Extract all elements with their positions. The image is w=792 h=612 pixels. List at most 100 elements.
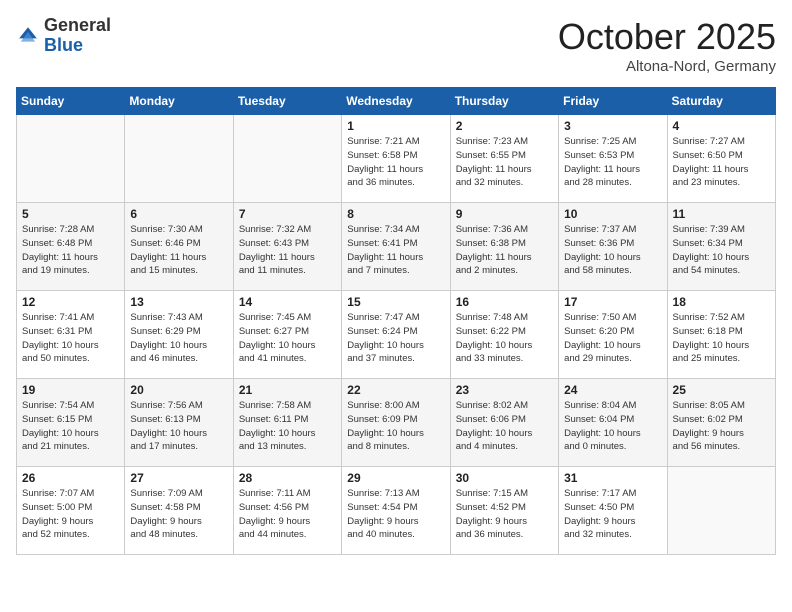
weekday-header-row: SundayMondayTuesdayWednesdayThursdayFrid…: [17, 88, 776, 115]
day-detail: Sunrise: 8:05 AM Sunset: 6:02 PM Dayligh…: [673, 399, 770, 454]
calendar-cell: [17, 115, 125, 203]
calendar-cell: 28Sunrise: 7:11 AM Sunset: 4:56 PM Dayli…: [233, 467, 341, 555]
calendar-cell: 22 Sunrise: 8:00 AM Sunset: 6:09 PM Dayli…: [342, 379, 450, 467]
calendar-week-row: 5Sunrise: 7:28 AM Sunset: 6:48 PM Daylig…: [17, 203, 776, 291]
calendar-cell: 10Sunrise: 7:37 AM Sunset: 6:36 PM Dayli…: [559, 203, 667, 291]
calendar-cell: 26 Sunrise: 7:07 AM Sunset: 5:00 PM Dayli…: [17, 467, 125, 555]
day-detail: Sunrise: 7:37 AM Sunset: 6:36 PM Dayligh…: [564, 223, 661, 278]
day-number: 19: [22, 383, 119, 397]
calendar-cell: 31Sunrise: 7:17 AM Sunset: 4:50 PM Dayli…: [559, 467, 667, 555]
day-number: 1: [347, 119, 444, 133]
day-detail: Sunrise: 7:13 AM Sunset: 4:54 PM Dayligh…: [347, 487, 444, 542]
calendar-cell: 30 Sunrise: 7:15 AM Sunset: 4:52 PM Dayli…: [450, 467, 558, 555]
day-number: 31: [564, 471, 661, 485]
day-number: 8: [347, 207, 444, 221]
day-number: 16: [456, 295, 553, 309]
day-number: 7: [239, 207, 336, 221]
calendar-cell: [125, 115, 233, 203]
calendar-cell: 2 Sunrise: 7:23 AM Sunset: 6:55 PM Daylig…: [450, 115, 558, 203]
logo-text: General Blue: [44, 16, 111, 56]
calendar-cell: 11Sunrise: 7:39 AM Sunset: 6:34 PM Dayli…: [667, 203, 775, 291]
day-number: 4: [673, 119, 770, 133]
logo: General Blue: [16, 16, 111, 56]
day-detail: Sunrise: 7:45 AM Sunset: 6:27 PM Dayligh…: [239, 311, 336, 366]
logo-general: General: [44, 15, 111, 35]
day-number: 13: [130, 295, 227, 309]
day-number: 30: [456, 471, 553, 485]
calendar-cell: [233, 115, 341, 203]
calendar-cell: 21Sunrise: 7:58 AM Sunset: 6:11 PM Dayli…: [233, 379, 341, 467]
day-detail: Sunrise: 7:27 AM Sunset: 6:50 PM Dayligh…: [673, 135, 770, 190]
day-number: 3: [564, 119, 661, 133]
day-detail: Sunrise: 7:39 AM Sunset: 6:34 PM Dayligh…: [673, 223, 770, 278]
day-number: 25: [673, 383, 770, 397]
day-number: 21: [239, 383, 336, 397]
day-detail: Sunrise: 7:15 AM Sunset: 4:52 PM Dayligh…: [456, 487, 553, 542]
day-number: 22: [347, 383, 444, 397]
calendar-week-row: 12Sunrise: 7:41 AM Sunset: 6:31 PM Dayli…: [17, 291, 776, 379]
calendar-cell: 17 Sunrise: 7:50 AM Sunset: 6:20 PM Dayli…: [559, 291, 667, 379]
logo-blue: Blue: [44, 35, 83, 55]
day-detail: Sunrise: 7:41 AM Sunset: 6:31 PM Dayligh…: [22, 311, 119, 366]
day-detail: Sunrise: 7:32 AM Sunset: 6:43 PM Dayligh…: [239, 223, 336, 278]
logo-icon: [16, 24, 40, 48]
day-number: 9: [456, 207, 553, 221]
day-detail: Sunrise: 8:04 AM Sunset: 6:04 PM Dayligh…: [564, 399, 661, 454]
weekday-header: Saturday: [667, 88, 775, 115]
location: Altona-Nord, Germany: [558, 58, 776, 75]
calendar-cell: 8 Sunrise: 7:34 AM Sunset: 6:41 PM Daylig…: [342, 203, 450, 291]
day-number: 14: [239, 295, 336, 309]
calendar-cell: 20Sunrise: 7:56 AM Sunset: 6:13 PM Dayli…: [125, 379, 233, 467]
calendar-cell: 24 Sunrise: 8:04 AM Sunset: 6:04 PM Dayli…: [559, 379, 667, 467]
calendar-cell: 19 Sunrise: 7:54 AM Sunset: 6:15 PM Dayli…: [17, 379, 125, 467]
weekday-header: Tuesday: [233, 88, 341, 115]
day-detail: Sunrise: 7:43 AM Sunset: 6:29 PM Dayligh…: [130, 311, 227, 366]
day-detail: Sunrise: 7:21 AM Sunset: 6:58 PM Dayligh…: [347, 135, 444, 190]
day-number: 5: [22, 207, 119, 221]
day-detail: Sunrise: 8:00 AM Sunset: 6:09 PM Dayligh…: [347, 399, 444, 454]
day-detail: Sunrise: 7:34 AM Sunset: 6:41 PM Dayligh…: [347, 223, 444, 278]
day-number: 28: [239, 471, 336, 485]
calendar-cell: 4 Sunrise: 7:27 AM Sunset: 6:50 PM Daylig…: [667, 115, 775, 203]
day-detail: Sunrise: 7:54 AM Sunset: 6:15 PM Dayligh…: [22, 399, 119, 454]
day-number: 18: [673, 295, 770, 309]
day-detail: Sunrise: 7:50 AM Sunset: 6:20 PM Dayligh…: [564, 311, 661, 366]
weekday-header: Monday: [125, 88, 233, 115]
day-number: 17: [564, 295, 661, 309]
calendar-cell: [667, 467, 775, 555]
calendar-cell: 5Sunrise: 7:28 AM Sunset: 6:48 PM Daylig…: [17, 203, 125, 291]
day-number: 26: [22, 471, 119, 485]
calendar-cell: 7 Sunrise: 7:32 AM Sunset: 6:43 PM Daylig…: [233, 203, 341, 291]
day-detail: Sunrise: 7:48 AM Sunset: 6:22 PM Dayligh…: [456, 311, 553, 366]
day-detail: Sunrise: 7:09 AM Sunset: 4:58 PM Dayligh…: [130, 487, 227, 542]
day-number: 6: [130, 207, 227, 221]
day-detail: Sunrise: 7:25 AM Sunset: 6:53 PM Dayligh…: [564, 135, 661, 190]
calendar-cell: 9Sunrise: 7:36 AM Sunset: 6:38 PM Daylig…: [450, 203, 558, 291]
day-number: 24: [564, 383, 661, 397]
calendar-cell: 15Sunrise: 7:47 AM Sunset: 6:24 PM Dayli…: [342, 291, 450, 379]
calendar-cell: 13 Sunrise: 7:43 AM Sunset: 6:29 PM Dayli…: [125, 291, 233, 379]
calendar-cell: 3 Sunrise: 7:25 AM Sunset: 6:53 PM Daylig…: [559, 115, 667, 203]
day-detail: Sunrise: 8:02 AM Sunset: 6:06 PM Dayligh…: [456, 399, 553, 454]
day-detail: Sunrise: 7:56 AM Sunset: 6:13 PM Dayligh…: [130, 399, 227, 454]
weekday-header: Friday: [559, 88, 667, 115]
calendar-table: SundayMondayTuesdayWednesdayThursdayFrid…: [16, 87, 776, 555]
calendar-cell: 18 Sunrise: 7:52 AM Sunset: 6:18 PM Dayli…: [667, 291, 775, 379]
day-detail: Sunrise: 7:52 AM Sunset: 6:18 PM Dayligh…: [673, 311, 770, 366]
page-header: General Blue October 2025 Altona-Nord, G…: [16, 16, 776, 75]
day-number: 15: [347, 295, 444, 309]
calendar-cell: 23Sunrise: 8:02 AM Sunset: 6:06 PM Dayli…: [450, 379, 558, 467]
calendar-cell: 16 Sunrise: 7:48 AM Sunset: 6:22 PM Dayli…: [450, 291, 558, 379]
calendar-cell: 27 Sunrise: 7:09 AM Sunset: 4:58 PM Dayli…: [125, 467, 233, 555]
day-number: 2: [456, 119, 553, 133]
calendar-cell: 6 Sunrise: 7:30 AM Sunset: 6:46 PM Daylig…: [125, 203, 233, 291]
day-detail: Sunrise: 7:30 AM Sunset: 6:46 PM Dayligh…: [130, 223, 227, 278]
calendar-cell: 14 Sunrise: 7:45 AM Sunset: 6:27 PM Dayli…: [233, 291, 341, 379]
calendar-week-row: 1 Sunrise: 7:21 AM Sunset: 6:58 PM Daylig…: [17, 115, 776, 203]
calendar-cell: 12Sunrise: 7:41 AM Sunset: 6:31 PM Dayli…: [17, 291, 125, 379]
day-detail: Sunrise: 7:07 AM Sunset: 5:00 PM Dayligh…: [22, 487, 119, 542]
day-detail: Sunrise: 7:23 AM Sunset: 6:55 PM Dayligh…: [456, 135, 553, 190]
calendar-cell: 1 Sunrise: 7:21 AM Sunset: 6:58 PM Daylig…: [342, 115, 450, 203]
day-number: 27: [130, 471, 227, 485]
day-number: 29: [347, 471, 444, 485]
